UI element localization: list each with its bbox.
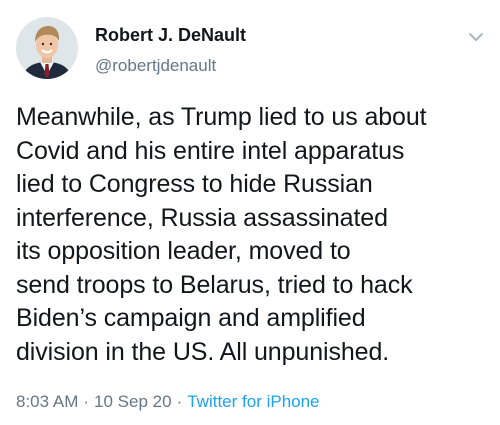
tweet-text-line: Covid and his entire intel apparatus (16, 136, 405, 165)
tweet-time[interactable]: 8:03 AM (16, 392, 78, 411)
tweet-text: Meanwhile, as Trump lied to us about Cov… (16, 101, 491, 369)
author-avatar[interactable] (16, 17, 78, 79)
tweet-text-line: its opposition leader, moved to (16, 237, 351, 265)
meta-separator: · (83, 392, 90, 411)
chevron-down-icon[interactable] (466, 30, 486, 44)
tweet-text-line: interference, Russia assassinated (16, 203, 388, 232)
tweet-text-line: Meanwhile, as Trump lied to us about (16, 103, 427, 131)
tweet-text-line: send troops to Belarus, tried to hack (16, 270, 413, 299)
tweet-meta: 8:03 AM · 10 Sep 20 · Twitter for iPhone (16, 392, 320, 412)
avatar-portrait (16, 17, 78, 79)
tweet-date[interactable]: 10 Sep 20 (94, 392, 172, 411)
tweet-text-line: lied to Congress to hide Russian (16, 170, 373, 198)
tweet-card: Robert J. DeNault @robertjdenault Meanwh… (0, 0, 500, 425)
tweet-text-line: division in the US. All unpunished. (16, 337, 390, 366)
tweet-source-link[interactable]: Twitter for iPhone (187, 392, 319, 411)
author-handle[interactable]: @robertjdenault (95, 56, 216, 76)
meta-separator: · (176, 392, 183, 411)
tweet-text-line: Biden’s campaign and amplified (16, 304, 366, 332)
author-display-name[interactable]: Robert J. DeNault (95, 25, 246, 46)
